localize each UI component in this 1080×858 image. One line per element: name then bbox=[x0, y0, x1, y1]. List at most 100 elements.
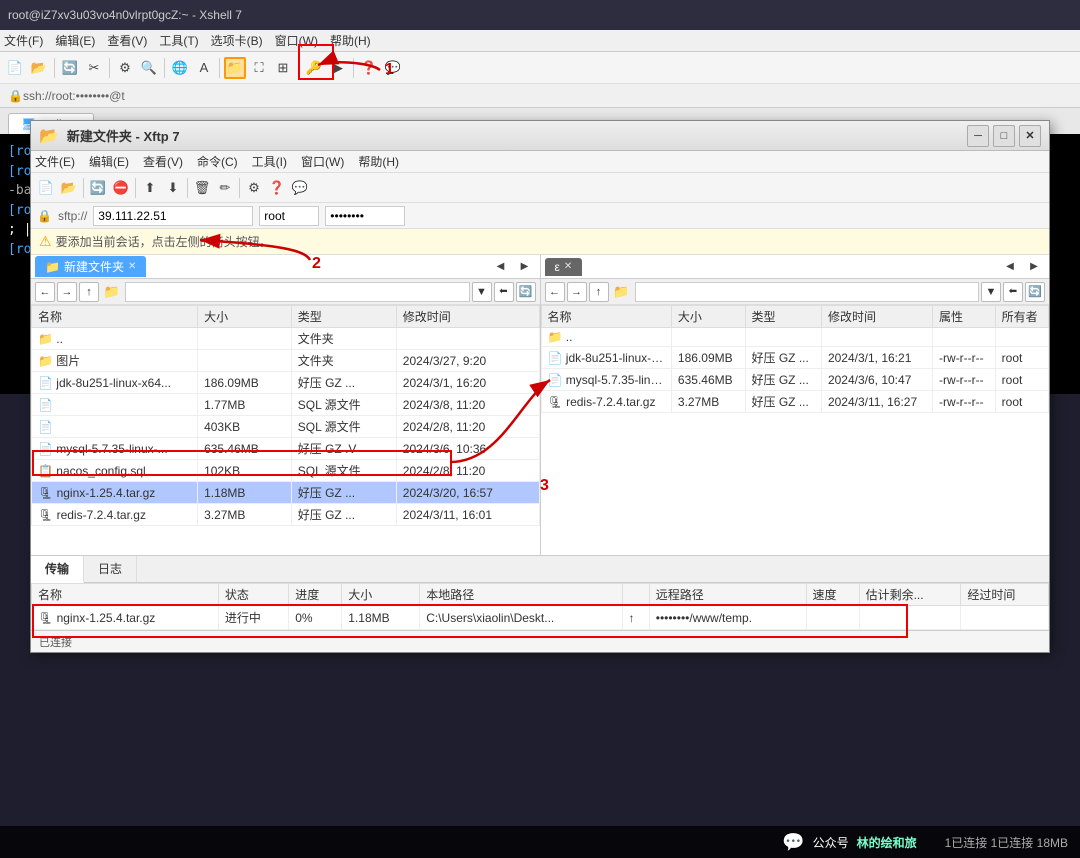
transfer-col-name[interactable]: 名称 bbox=[32, 584, 219, 606]
left-file-row[interactable]: 📄 403KB SQL 源文件 2024/2/8, 11:20 bbox=[32, 416, 540, 438]
left-file-row[interactable]: 🗜 redis-7.2.4.tar.gz 3.27MB 好压 GZ ... 20… bbox=[32, 504, 540, 526]
xshell-menu-tools[interactable]: 工具(T) bbox=[159, 32, 198, 49]
right-path-input[interactable]: /www/temp bbox=[635, 282, 980, 302]
transfer-col-dir[interactable] bbox=[622, 584, 649, 606]
xftp-menu-tools[interactable]: 工具(I) bbox=[252, 153, 287, 170]
settings-btn[interactable]: ⚙ bbox=[114, 57, 136, 79]
xftp-menu-cmd[interactable]: 命令(C) bbox=[197, 153, 238, 170]
right-dropdown-btn[interactable]: ▼ bbox=[981, 282, 1001, 302]
right-file-row[interactable]: 📄 mysql-5.7.35-linux-... 635.46MB 好压 GZ … bbox=[541, 369, 1049, 391]
xshell-menu-help[interactable]: 帮助(H) bbox=[330, 32, 371, 49]
left-sync-btn[interactable]: 🔄 bbox=[516, 282, 536, 302]
right-panel-close-btn[interactable]: ✕ bbox=[564, 261, 572, 272]
new-session-btn[interactable]: 📄 bbox=[4, 57, 26, 79]
right-forward-btn[interactable]: → bbox=[567, 282, 587, 302]
right-back-btn[interactable]: ← bbox=[545, 282, 565, 302]
left-dropdown-btn[interactable]: ▼ bbox=[472, 282, 492, 302]
left-file-row[interactable]: 📋 nacos_config.sql 102KB SQL 源文件 2024/2/… bbox=[32, 460, 540, 482]
left-col-name[interactable]: 名称 bbox=[32, 306, 198, 328]
host-input[interactable] bbox=[93, 206, 253, 226]
left-file-row[interactable]: 📄 mysql-5.7.35-linux-... 635.46MB 好压 GZ … bbox=[32, 438, 540, 460]
help-btn[interactable]: ❓ bbox=[358, 57, 380, 79]
xftp-stop-btn[interactable]: ⛔ bbox=[110, 177, 132, 199]
right-file-row[interactable]: 📄 jdk-8u251-linux-x64... 186.09MB 好压 GZ … bbox=[541, 347, 1049, 369]
transfer-col-remaining[interactable]: 估计剩余... bbox=[859, 584, 961, 606]
close-button[interactable]: ✕ bbox=[1019, 125, 1041, 147]
transfer-row[interactable]: 🗜 nginx-1.25.4.tar.gz 进行中 0% 1.18MB C:\U… bbox=[32, 606, 1049, 630]
right-nav-right[interactable]: ▶ bbox=[1023, 256, 1045, 278]
xftp-open-btn[interactable]: 📂 bbox=[58, 177, 80, 199]
transfer-col-progress[interactable]: 进度 bbox=[289, 584, 342, 606]
left-forward-btn[interactable]: → bbox=[57, 282, 77, 302]
key-btn[interactable]: 🔑 bbox=[303, 57, 325, 79]
xftp-menu-window[interactable]: 窗口(W) bbox=[301, 153, 344, 170]
right-col-owner[interactable]: 所有者 bbox=[995, 306, 1048, 328]
left-col-size[interactable]: 大小 bbox=[198, 306, 292, 328]
transfer-col-size[interactable]: 大小 bbox=[342, 584, 420, 606]
right-col-type[interactable]: 类型 bbox=[745, 306, 821, 328]
reconnect-btn[interactable]: 🔄 bbox=[59, 57, 81, 79]
transfer-col-elapsed[interactable]: 经过时间 bbox=[961, 584, 1049, 606]
minimize-button[interactable]: ─ bbox=[967, 125, 989, 147]
left-path-input[interactable]: 新建文件夹 bbox=[125, 282, 470, 302]
xftp-menu-view[interactable]: 查看(V) bbox=[143, 153, 183, 170]
right-up-btn[interactable]: ↑ bbox=[589, 282, 609, 302]
disconnect-btn[interactable]: ✂ bbox=[83, 57, 105, 79]
left-back-btn[interactable]: ← bbox=[35, 282, 55, 302]
globe-btn[interactable]: 🌐 bbox=[169, 57, 191, 79]
maximize-button[interactable]: □ bbox=[993, 125, 1015, 147]
transfer-col-status[interactable]: 状态 bbox=[218, 584, 288, 606]
password-input[interactable] bbox=[325, 206, 405, 226]
layout-btn[interactable]: ⊞ bbox=[272, 57, 294, 79]
transfer-tab-transfer[interactable]: 传输 bbox=[31, 556, 84, 583]
right-col-size[interactable]: 大小 bbox=[671, 306, 745, 328]
transfer-col-local[interactable]: 本地路径 bbox=[420, 584, 622, 606]
left-refresh-btn[interactable]: ⬅ bbox=[494, 282, 514, 302]
macro-btn[interactable]: ▶ bbox=[327, 57, 349, 79]
xftp-help-icon[interactable]: ❓ bbox=[266, 177, 288, 199]
xshell-menu-view[interactable]: 查看(V) bbox=[107, 32, 147, 49]
xftp-menu-help[interactable]: 帮助(H) bbox=[358, 153, 399, 170]
xftp-settings-btn[interactable]: ⚙ bbox=[243, 177, 265, 199]
xftp-upload-btn[interactable]: ⬆ bbox=[139, 177, 161, 199]
right-col-attr[interactable]: 属性 bbox=[933, 306, 996, 328]
fullscreen-btn[interactable]: ⛶ bbox=[248, 57, 270, 79]
left-nav-left[interactable]: ◀ bbox=[490, 256, 512, 278]
right-sync-btn[interactable]: 🔄 bbox=[1025, 282, 1045, 302]
xftp-menu-file[interactable]: 文件(E) bbox=[35, 153, 75, 170]
right-nav-left[interactable]: ◀ bbox=[999, 256, 1021, 278]
xftp-msg-btn[interactable]: 💬 bbox=[289, 177, 311, 199]
left-file-row[interactable]: 📁 图片 文件夹 2024/3/27, 9:20 bbox=[32, 350, 540, 372]
left-col-modified[interactable]: 修改时间 bbox=[396, 306, 539, 328]
left-file-row[interactable]: 📄 jdk-8u251-linux-x64... 186.09MB 好压 GZ … bbox=[32, 372, 540, 394]
xftp-btn[interactable]: 📁 bbox=[224, 57, 246, 79]
font-btn[interactable]: A bbox=[193, 57, 215, 79]
xshell-menu-window[interactable]: 窗口(W) bbox=[275, 32, 318, 49]
xshell-menu-edit[interactable]: 编辑(E) bbox=[55, 32, 95, 49]
xshell-menu-tabs[interactable]: 选项卡(B) bbox=[211, 32, 263, 49]
transfer-col-remote[interactable]: 远程路径 bbox=[649, 584, 806, 606]
left-file-row[interactable]: 📁 .. 文件夹 bbox=[32, 328, 540, 350]
right-col-name[interactable]: 名称 bbox=[541, 306, 671, 328]
xftp-menu-edit[interactable]: 编辑(E) bbox=[89, 153, 129, 170]
right-refresh-btn[interactable]: ⬅ bbox=[1003, 282, 1023, 302]
right-col-modified[interactable]: 修改时间 bbox=[821, 306, 932, 328]
left-up-btn[interactable]: ↑ bbox=[79, 282, 99, 302]
chat-btn[interactable]: 💬 bbox=[382, 57, 404, 79]
left-col-type[interactable]: 类型 bbox=[291, 306, 396, 328]
xftp-rename-btn[interactable]: ✏ bbox=[214, 177, 236, 199]
xshell-menu-file[interactable]: 文件(F) bbox=[4, 32, 43, 49]
right-panel-tab[interactable]: ε ✕ bbox=[545, 258, 583, 276]
right-file-row[interactable]: 🗜 redis-7.2.4.tar.gz 3.27MB 好压 GZ ... 20… bbox=[541, 391, 1049, 413]
xftp-download-btn[interactable]: ⬇ bbox=[162, 177, 184, 199]
left-panel-tab[interactable]: 📁 新建文件夹 ✕ bbox=[35, 256, 146, 277]
user-input[interactable] bbox=[259, 206, 319, 226]
transfer-tab-log[interactable]: 日志 bbox=[84, 556, 137, 582]
xftp-delete-btn[interactable]: 🗑 bbox=[191, 177, 213, 199]
left-nav-right[interactable]: ▶ bbox=[514, 256, 536, 278]
right-file-row[interactable]: 📁 .. bbox=[541, 328, 1049, 347]
find-btn[interactable]: 🔍 bbox=[138, 57, 160, 79]
left-panel-close-btn[interactable]: ✕ bbox=[128, 261, 136, 272]
xftp-new-btn[interactable]: 📄 bbox=[35, 177, 57, 199]
left-file-row[interactable]: 📄 1.77MB SQL 源文件 2024/3/8, 11:20 bbox=[32, 394, 540, 416]
